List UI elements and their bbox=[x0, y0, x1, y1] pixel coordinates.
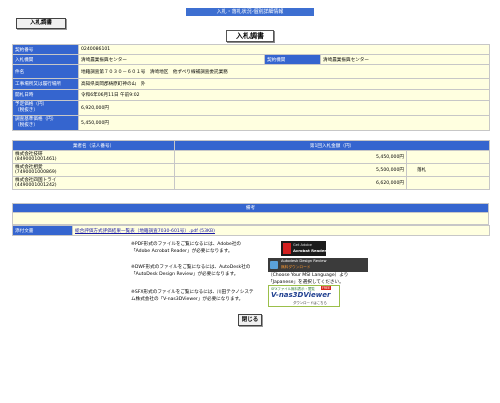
opening-datetime-value: 令和6年06月11日 午前9:02 bbox=[77, 89, 491, 101]
autodesk-logo-sub-text: 無料ダウンロード bbox=[281, 265, 311, 269]
page-title: 入札調書 bbox=[226, 30, 274, 42]
adobe-logo-main-text: Acrobat Reader bbox=[293, 248, 327, 253]
planned-price-label-sub: （税抜き） bbox=[15, 108, 38, 113]
contract-number-value: 0240086101 bbox=[77, 44, 491, 55]
attachment-cell: 総合評価方式評価結果一覧表（地籍調査7030-601号）.pdf (53KB) bbox=[72, 225, 490, 236]
adobe-reader-download-link[interactable]: Get Adobe Acrobat Reader bbox=[281, 241, 326, 256]
autodesk-logo-main-text: Autodesk Design Review bbox=[281, 259, 327, 263]
bid-agency-label: 入札機関 bbox=[12, 54, 79, 65]
bid-amount-header: 第1回入札金額（円） bbox=[174, 140, 490, 151]
bid-amount: 5,450,000円 bbox=[174, 150, 407, 164]
remarks-value bbox=[12, 212, 489, 225]
remarks-header: 備考 bbox=[12, 203, 489, 213]
bid-result bbox=[406, 150, 490, 164]
contract-number-label: 契約番号 bbox=[12, 44, 79, 55]
opening-datetime-label: 開札日時 bbox=[12, 89, 79, 101]
planned-price-value: 6,920,000円 bbox=[77, 100, 491, 116]
bidder-corporate-number: (8490001001461) bbox=[15, 157, 57, 162]
bid-result: 落札 bbox=[406, 163, 490, 177]
planned-price-label: 予定価格（円） （税抜き） bbox=[12, 100, 79, 116]
bid-amount: 5,500,000円 bbox=[174, 163, 407, 177]
bidder-cell: 株式会社四国トライ (4490001001242) bbox=[12, 176, 175, 190]
pdf-notice: ※PDF形式のファイルをご覧になるには、Adobe社の「Adobe Acroba… bbox=[131, 242, 242, 254]
vnas3dviewer-download-link[interactable]: SFXファイル無料表示・閲覧 FREE V-nas3DViewer ダウンロード… bbox=[268, 285, 340, 307]
attachment-label: 添付文書 bbox=[12, 225, 73, 236]
autodesk-logo-icon bbox=[270, 261, 278, 269]
vnas-logo-main-text: V-nas3DViewer bbox=[271, 291, 331, 299]
bidders-table: 業者名（法人番号） 第1回入札金額（円） 株式会社技研 (84900010014… bbox=[12, 140, 490, 190]
contract-info-table: 契約番号 0240086101 入札機関 清崎農業振興センター 契約機関 清崎農… bbox=[12, 44, 491, 131]
attachment-pdf-link[interactable]: 総合評価方式評価結果一覧表（地籍調査7030-601号）.pdf (53KB) bbox=[75, 229, 215, 234]
subject-value: 地籍調査第７０３０－６０１号 清崎地区 他ずべり線補調査委託業務 bbox=[77, 64, 491, 79]
adobe-logo-small-text: Get Adobe bbox=[293, 243, 312, 247]
attachment-table: 添付文書 総合評価方式評価結果一覧表（地籍調査7030-601号）.pdf (5… bbox=[12, 225, 490, 236]
contract-agency-value: 清崎農業振興センター bbox=[319, 54, 491, 65]
vnas-logo-sub-text: ダウンロードはこちら bbox=[293, 301, 327, 305]
vnas-free-badge: FREE bbox=[321, 286, 332, 290]
table-row: 株式会社四国トライ (4490001001242) 6,620,000円 bbox=[12, 176, 490, 190]
dwf-notice: ※DWF形式のファイルをご覧になるには、AutoDesk社の「AutoDesk … bbox=[131, 265, 251, 277]
bidder-corporate-number: (4490001001242) bbox=[15, 183, 57, 188]
bid-result bbox=[406, 176, 490, 190]
contract-agency-label: 契約機関 bbox=[264, 54, 321, 65]
window-title-bar: 入札・落札状況-個別詳細情報 bbox=[186, 8, 314, 16]
adobe-logo-icon bbox=[283, 243, 291, 254]
location-value: 高知県高岡郡梼原町神の山 外 bbox=[77, 78, 491, 90]
survey-base-price-label-sub: （税抜き） bbox=[15, 123, 38, 128]
bid-agency-value: 清崎農業振興センター bbox=[78, 54, 265, 65]
table-row: 株式会社相愛 (7490001000869) 5,500,000円 落札 bbox=[12, 163, 490, 177]
subject-label: 件名 bbox=[12, 64, 79, 79]
bidder-corporate-number: (7490001000869) bbox=[15, 170, 57, 175]
table-row: 株式会社技研 (8490001001461) 5,450,000円 bbox=[12, 150, 490, 164]
remarks-table: 備考 bbox=[12, 203, 489, 225]
location-label: 工事場所又は履行場所 bbox=[12, 78, 79, 90]
sfx-notice: ※SFX形式のファイルをご覧になるには、川田テクノシステム株式会社の「V-nas… bbox=[131, 290, 254, 302]
bidder-cell: 株式会社技研 (8490001001461) bbox=[12, 150, 175, 164]
survey-base-price-label: 調査基準価格（円） （税抜き） bbox=[12, 115, 79, 131]
survey-base-price-value: 5,450,000円 bbox=[77, 115, 491, 131]
bidder-cell: 株式会社相愛 (7490001000869) bbox=[12, 163, 175, 177]
bidder-name-header: 業者名（法人番号） bbox=[12, 140, 175, 151]
tab-bid-record[interactable]: 入札調書 bbox=[16, 18, 66, 29]
autodesk-design-review-download-link[interactable]: Autodesk Design Review 無料ダウンロード bbox=[268, 258, 368, 272]
bid-amount: 6,620,000円 bbox=[174, 176, 407, 190]
close-button[interactable]: 閉じる bbox=[238, 314, 262, 326]
